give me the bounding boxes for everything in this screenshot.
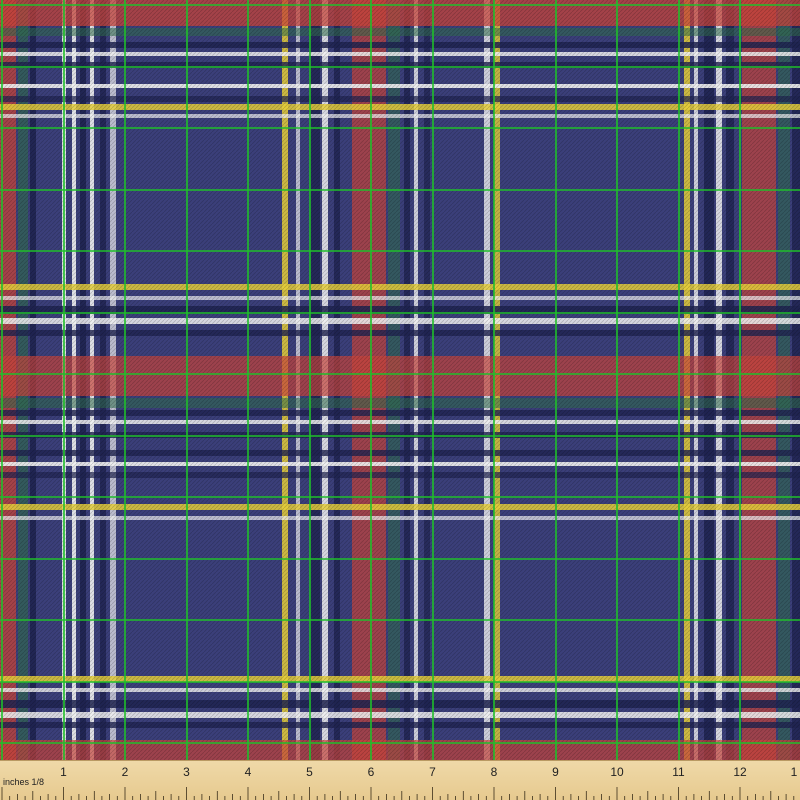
ruler-number: 1	[790, 765, 798, 779]
measurement-grid	[0, 0, 800, 760]
fabric-swatch-view: inches 1/8 1 2 3 4 5 6 7 8 9 10 11 12 1	[0, 0, 800, 800]
ruler-number: 9	[552, 765, 559, 779]
ruler-number: 12	[733, 765, 747, 779]
ruler-number: 3	[183, 765, 190, 779]
ruler-number: 5	[306, 765, 313, 779]
ruler-number: 8	[490, 765, 498, 779]
ruler-unit-label: inches 1/8	[3, 777, 45, 787]
ruler-number: 4	[244, 765, 252, 779]
ruler-number: 2	[121, 765, 129, 779]
ruler-number: 1	[60, 765, 67, 779]
ruler-number: 10	[610, 765, 624, 779]
ruler-number: 7	[429, 765, 436, 779]
ruler-number: 11	[672, 765, 685, 779]
ruler-number: 6	[367, 765, 375, 779]
inch-ruler: inches 1/8 1 2 3 4 5 6 7 8 9 10 11 12 1	[0, 760, 800, 800]
